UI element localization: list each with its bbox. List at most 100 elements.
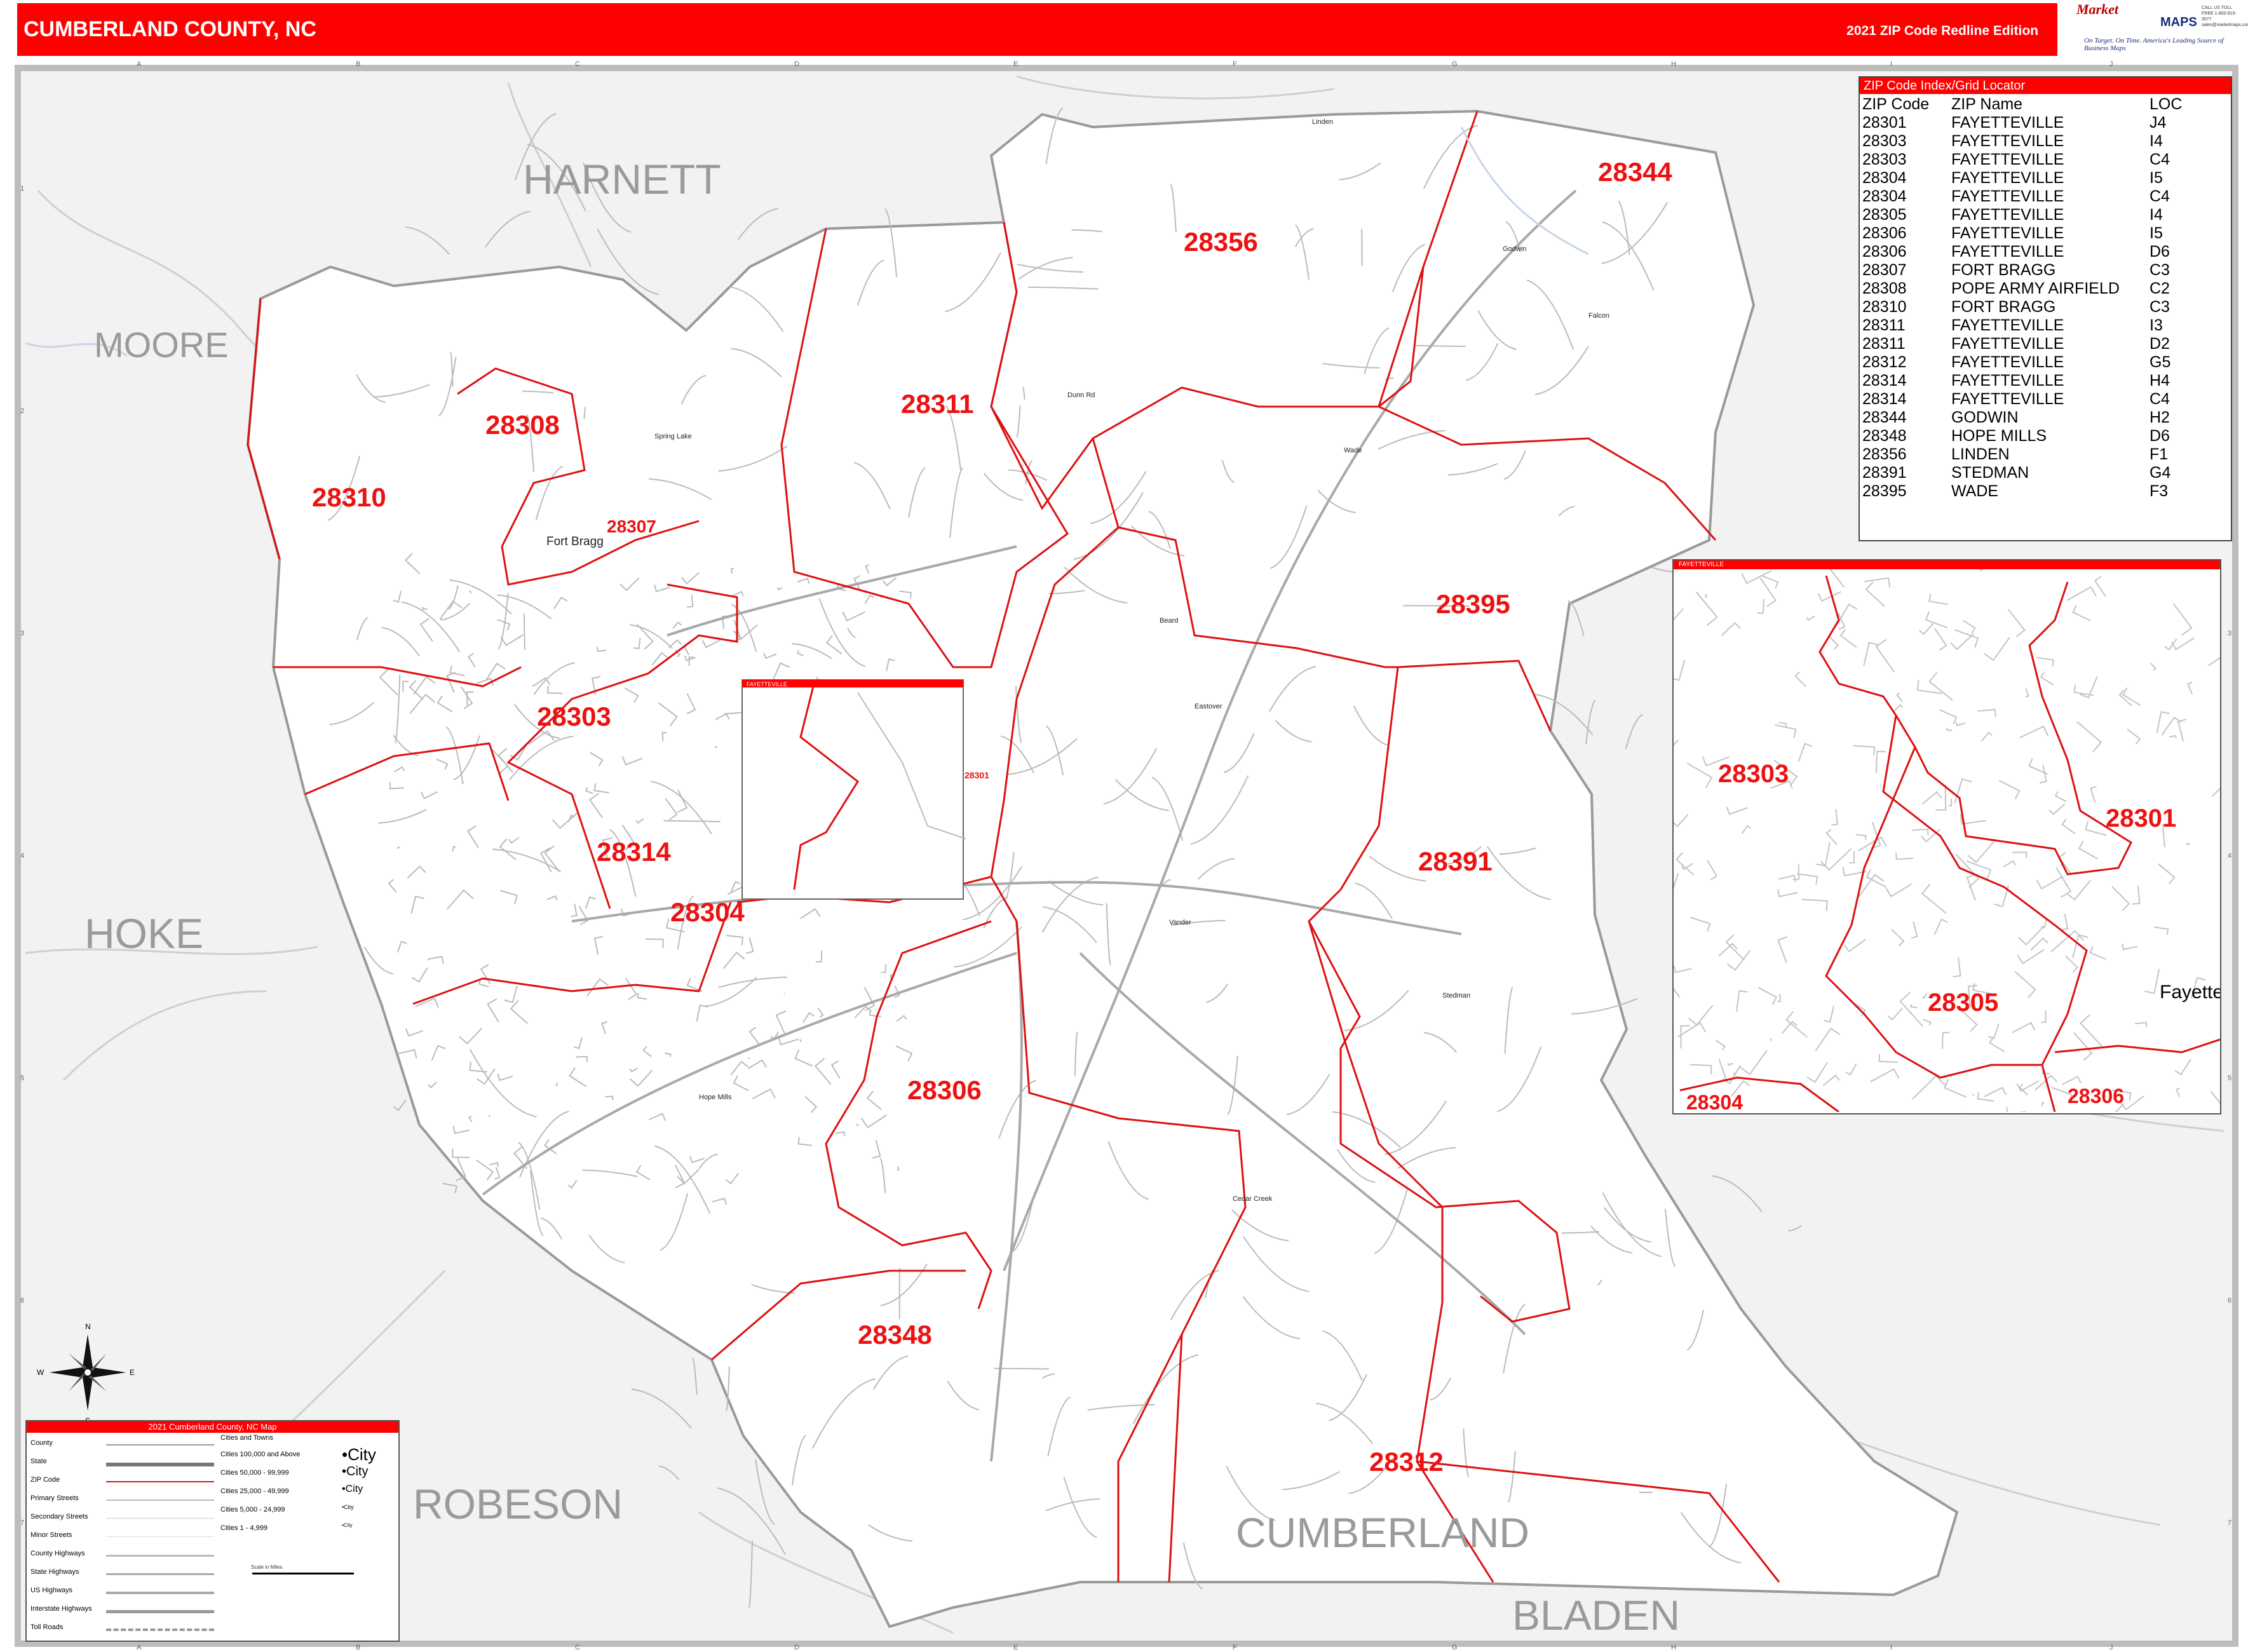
inset-street xyxy=(1987,1023,2000,1039)
zip-code-cell: 28356 xyxy=(1862,445,1907,463)
grid-row-label: 3 xyxy=(20,630,24,637)
grid-column-label: G xyxy=(1452,60,1458,68)
zip-index-row: 28310 FORT BRAGG C3 xyxy=(1862,298,2182,316)
inset-street xyxy=(2055,867,2072,898)
zip-label-28306: 28306 xyxy=(907,1075,982,1105)
inset-street xyxy=(2174,1059,2191,1076)
inset-street xyxy=(1933,918,1948,935)
inset-street xyxy=(1984,1087,2007,1097)
zip-code-cell: 28301 xyxy=(1862,114,1907,132)
zip-name-cell: FAYETTEVILLE xyxy=(1951,372,2064,389)
legend-item-label: State xyxy=(30,1458,47,1465)
inset-street xyxy=(1865,581,1885,607)
subdivision-street xyxy=(799,1039,802,1043)
inset-street xyxy=(2048,803,2066,815)
zip-index-row: 28304 FAYETTEVILLE I5 xyxy=(1862,169,2182,187)
zip-index-row: 28311 FAYETTEVILLE I3 xyxy=(1862,316,2182,335)
zip-index-row: 28308 POPE ARMY AIRFIELD C2 xyxy=(1862,280,2182,298)
grid-row-label: 6 xyxy=(20,1297,24,1304)
inset-street xyxy=(1717,1059,1727,1083)
loc-cell: G5 xyxy=(2150,353,2171,371)
legend-item-label: Toll Roads xyxy=(30,1623,64,1631)
inset-street xyxy=(1921,992,1928,999)
place-label-cedar-creek: Cedar Creek xyxy=(1233,1195,1273,1203)
inset-street xyxy=(1777,993,1781,1003)
inset-street xyxy=(1885,883,1913,898)
inset-street xyxy=(1921,883,1947,914)
inset-zip-28303: 28303 xyxy=(1718,760,1789,788)
zip-label-28303: 28303 xyxy=(537,701,611,731)
inset-street xyxy=(1815,1027,1841,1052)
inset-street xyxy=(2030,937,2048,951)
zip-code-cell: 28311 xyxy=(1862,335,1906,353)
inset-street xyxy=(2210,1090,2220,1104)
county-label-cumberland: CUMBERLAND xyxy=(1236,1509,1529,1556)
zip-code-cell: 28303 xyxy=(1862,132,1907,150)
fayetteville-inset[interactable]: FAYETTEVILLE 28303 28301 28305 28304 283… xyxy=(1672,559,2221,1114)
inset-street xyxy=(1794,671,1807,687)
inset-street xyxy=(1815,842,1831,867)
inset-street xyxy=(1911,921,1918,939)
inset-outline[interactable]: FAYETTEVILLE xyxy=(741,679,966,900)
place-label-beard: Beard xyxy=(1160,617,1178,625)
inset-street xyxy=(1688,1005,1714,1026)
inset-street xyxy=(2177,719,2186,742)
inset-street xyxy=(2122,944,2138,951)
legend-item-label: County Highways xyxy=(30,1550,85,1557)
inset-map: 28303 28301 28305 28304 28306 Fayettevi xyxy=(1674,569,2220,1112)
inset-street xyxy=(1896,692,1903,703)
inset-zip-28304: 28304 xyxy=(1686,1091,1743,1112)
inset-street xyxy=(1690,916,1711,932)
inset-street xyxy=(1806,615,1815,621)
legend-line-sample xyxy=(106,1481,214,1482)
inset-street xyxy=(1928,672,1953,701)
inset-street xyxy=(1831,809,1838,826)
inset-street xyxy=(1757,599,1765,614)
zip-label-28348: 28348 xyxy=(858,1320,932,1350)
inset-street xyxy=(2039,764,2047,784)
zip-code-cell: 28310 xyxy=(1862,298,1907,316)
inset-street xyxy=(1801,898,1828,911)
legend-item-label: Interstate Highways xyxy=(30,1605,92,1613)
inset-street xyxy=(2061,818,2076,835)
inset-street xyxy=(1741,570,1772,585)
zip-index-header-row: ZIP Code ZIP Name LOC xyxy=(1862,95,2182,114)
inset-street xyxy=(2089,946,2106,960)
inset-street xyxy=(1817,591,1841,602)
inset-city-label: Fayettevi xyxy=(2160,982,2220,1003)
inset-street xyxy=(1853,745,1876,756)
grid-column-label: J xyxy=(2109,60,2113,68)
loc-cell: D6 xyxy=(2150,427,2170,445)
zip-index-row: 28311 FAYETTEVILLE D2 xyxy=(1862,335,2182,353)
inset-street xyxy=(2122,687,2141,707)
inset-street xyxy=(1775,724,1797,738)
inset-street xyxy=(1921,791,1942,805)
grid-column-label: C xyxy=(575,1644,580,1651)
inset-zip-28301: 28301 xyxy=(2106,804,2176,832)
zip-name-cell: FORT BRAGG xyxy=(1951,298,2056,316)
inset-street xyxy=(1820,848,1852,871)
inset-street xyxy=(1871,822,1881,850)
inset-street xyxy=(1778,874,1796,882)
street xyxy=(523,613,526,650)
street xyxy=(663,820,721,823)
zip-name-cell: LINDEN xyxy=(1951,445,2010,463)
zip-code-cell: 28303 xyxy=(1862,151,1907,168)
inset-street xyxy=(1855,834,1867,840)
inset-street xyxy=(1890,928,1905,947)
grid-column-label: F xyxy=(1233,60,1237,68)
inset-street xyxy=(2187,681,2193,695)
inset-street xyxy=(1798,743,1813,762)
grid-row-label: 7 xyxy=(20,1519,24,1527)
inset-street xyxy=(2073,1032,2093,1061)
zip-code-cell: 28312 xyxy=(1862,353,1907,371)
grid-column-label: B xyxy=(356,60,360,68)
inset-street xyxy=(2012,851,2028,858)
inset-street xyxy=(2061,914,2069,931)
legend-city-symbol: •City xyxy=(342,1522,353,1529)
zip-name-cell: HOPE MILLS xyxy=(1951,427,2047,445)
inset-street xyxy=(1845,1063,1857,1076)
inset-street xyxy=(1989,1036,2005,1052)
inset-street xyxy=(1878,1053,1898,1063)
place-label-hope-mills: Hope Mills xyxy=(699,1093,732,1101)
